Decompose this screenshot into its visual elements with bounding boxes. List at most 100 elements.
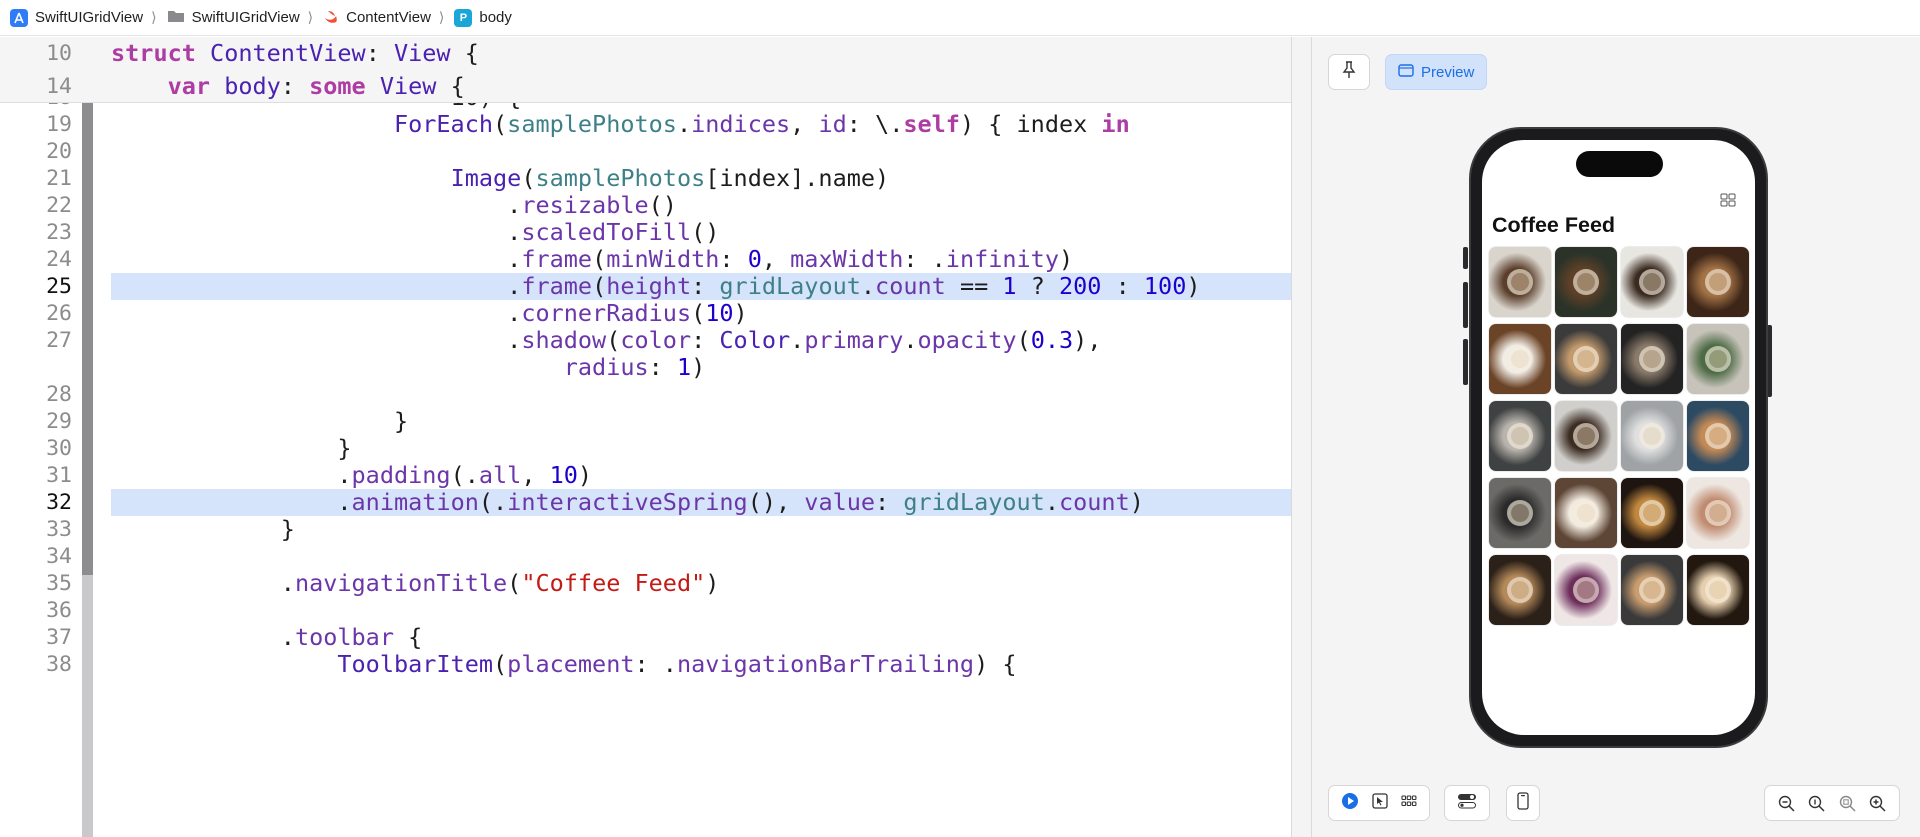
code-text[interactable]: .frame(minWidth: 0, maxWidth: .infinity): [111, 246, 1291, 273]
coffee-photo[interactable]: [1687, 247, 1749, 317]
code-token: :: [875, 488, 904, 516]
breadcrumb-item-symbol[interactable]: P body: [454, 8, 512, 27]
zoom-in-icon[interactable]: [1865, 790, 1891, 816]
code-line[interactable]: 19 ForEach(samplePhotos.indices, id: \.s…: [0, 111, 1291, 138]
pane-divider[interactable]: [1291, 37, 1312, 837]
zoom-actual-icon[interactable]: [1804, 790, 1830, 816]
code-text[interactable]: .frame(height: gridLayout.count == 1 ? 2…: [111, 273, 1291, 300]
code-line[interactable]: 23 .scaledToFill(): [0, 219, 1291, 246]
play-icon[interactable]: [1341, 792, 1359, 815]
code-text[interactable]: .scaledToFill(): [111, 219, 1291, 246]
code-line[interactable]: radius: 1): [0, 354, 1291, 381]
device-button[interactable]: [1506, 785, 1540, 821]
select-icon[interactable]: [1372, 792, 1388, 814]
code-text[interactable]: [111, 597, 1291, 624]
variants-grid-icon[interactable]: [1401, 794, 1417, 812]
code-text[interactable]: var body: some View {: [111, 70, 1291, 103]
preview-mode-button[interactable]: Preview: [1385, 54, 1488, 90]
coffee-photo[interactable]: [1687, 324, 1749, 394]
breadcrumb-item-project[interactable]: SwiftUIGridView: [10, 8, 143, 27]
code-line[interactable]: 31 .padding(.all, 10): [0, 462, 1291, 489]
code-line[interactable]: 21 Image(samplePhotos[index].name): [0, 165, 1291, 192]
coffee-photo[interactable]: [1687, 478, 1749, 548]
code-text[interactable]: [111, 381, 1291, 408]
code-text[interactable]: radius: 1): [111, 354, 1291, 381]
code-text[interactable]: .navigationTitle("Coffee Feed"): [111, 570, 1291, 597]
code-editor[interactable]: 10 struct ContentView: View {14 var body:…: [0, 37, 1291, 837]
code-folding-ribbon[interactable]: [82, 103, 93, 575]
code-text[interactable]: ToolbarItem(placement: .navigationBarTra…: [111, 651, 1291, 678]
code-text[interactable]: .shadow(color: Color.primary.opacity(0.3…: [111, 327, 1291, 354]
coffee-photo[interactable]: [1555, 247, 1617, 317]
pin-button[interactable]: [1328, 54, 1370, 90]
coffee-photo[interactable]: [1489, 247, 1551, 317]
grid-icon[interactable]: [1720, 193, 1736, 207]
breadcrumb-item-file[interactable]: ContentView: [323, 8, 431, 28]
zoom-fit-icon[interactable]: [1834, 790, 1860, 816]
code-line[interactable]: 10 struct ContentView: View {: [0, 37, 1291, 70]
coffee-photo[interactable]: [1555, 478, 1617, 548]
code-text[interactable]: Image(samplePhotos[index].name): [111, 165, 1291, 192]
coffee-photo[interactable]: [1621, 401, 1683, 471]
code-line[interactable]: 36: [0, 597, 1291, 624]
code-line[interactable]: 22 .resizable(): [0, 192, 1291, 219]
code-token: .: [1044, 488, 1059, 516]
code-text[interactable]: [111, 138, 1291, 165]
code-token: .: [790, 326, 805, 354]
code-text[interactable]: .resizable(): [111, 192, 1291, 219]
code-text[interactable]: }: [111, 435, 1291, 462]
coffee-photo[interactable]: [1555, 324, 1617, 394]
code-token: infinity: [945, 245, 1059, 273]
coffee-photo[interactable]: [1621, 247, 1683, 317]
code-token: ,: [790, 110, 819, 138]
code-line[interactable]: 32 .animation(.interactiveSpring(), valu…: [0, 489, 1291, 516]
code-line[interactable]: 29 }: [0, 408, 1291, 435]
coffee-photo[interactable]: [1687, 401, 1749, 471]
coffee-photo[interactable]: [1489, 555, 1551, 625]
code-token: (: [521, 164, 536, 192]
code-line[interactable]: 27 .shadow(color: Color.primary.opacity(…: [0, 327, 1291, 354]
code-line[interactable]: 26 .cornerRadius(10): [0, 300, 1291, 327]
code-text[interactable]: }: [111, 516, 1291, 543]
code-folding-ribbon-light[interactable]: [82, 575, 93, 837]
coffee-photo[interactable]: [1489, 324, 1551, 394]
code-text[interactable]: .cornerRadius(10): [111, 300, 1291, 327]
coffee-photo[interactable]: [1555, 401, 1617, 471]
code-line[interactable]: 20: [0, 138, 1291, 165]
device-settings-button[interactable]: [1444, 785, 1490, 821]
phone-screen[interactable]: Coffee Feed: [1482, 140, 1755, 735]
code-line[interactable]: 25 .frame(height: gridLayout.count == 1 …: [0, 273, 1291, 300]
code-token: var: [167, 72, 211, 100]
coffee-photo[interactable]: [1489, 401, 1551, 471]
code-line[interactable]: 37 .toolbar {: [0, 624, 1291, 651]
code-line[interactable]: 24 .frame(minWidth: 0, maxWidth: .infini…: [0, 246, 1291, 273]
code-text[interactable]: struct ContentView: View {: [111, 37, 1291, 70]
coffee-photo[interactable]: [1621, 555, 1683, 625]
code-line[interactable]: 28: [0, 381, 1291, 408]
code-token: :: [365, 39, 394, 67]
code-text[interactable]: [111, 543, 1291, 570]
code-token: navigationBarTrailing: [676, 650, 975, 678]
code-text[interactable]: .toolbar {: [111, 624, 1291, 651]
code-text[interactable]: ForEach(samplePhotos.indices, id: \.self…: [111, 111, 1291, 138]
code-line[interactable]: 34: [0, 543, 1291, 570]
code-token: 1: [1002, 272, 1017, 300]
code-line[interactable]: 30 }: [0, 435, 1291, 462]
sticky-scope-header[interactable]: 10 struct ContentView: View {14 var body:…: [0, 37, 1291, 103]
code-token: View: [379, 72, 437, 100]
code-line[interactable]: 38 ToolbarItem(placement: .navigationBar…: [0, 651, 1291, 678]
breadcrumb-item-folder[interactable]: SwiftUIGridView: [167, 8, 300, 27]
code-text[interactable]: .padding(.all, 10): [111, 462, 1291, 489]
code-line[interactable]: 33 }: [0, 516, 1291, 543]
coffee-photo[interactable]: [1555, 555, 1617, 625]
coffee-photo[interactable]: [1489, 478, 1551, 548]
coffee-photo[interactable]: [1621, 324, 1683, 394]
code-line[interactable]: 14 var body: some View {: [0, 70, 1291, 103]
coffee-photo[interactable]: [1621, 478, 1683, 548]
code-text[interactable]: }: [111, 408, 1291, 435]
code-text[interactable]: .animation(.interactiveSpring(), value: …: [111, 489, 1291, 516]
code-line[interactable]: 35 .navigationTitle("Coffee Feed"): [0, 570, 1291, 597]
zoom-out-icon[interactable]: [1773, 790, 1799, 816]
coffee-photo[interactable]: [1687, 555, 1749, 625]
